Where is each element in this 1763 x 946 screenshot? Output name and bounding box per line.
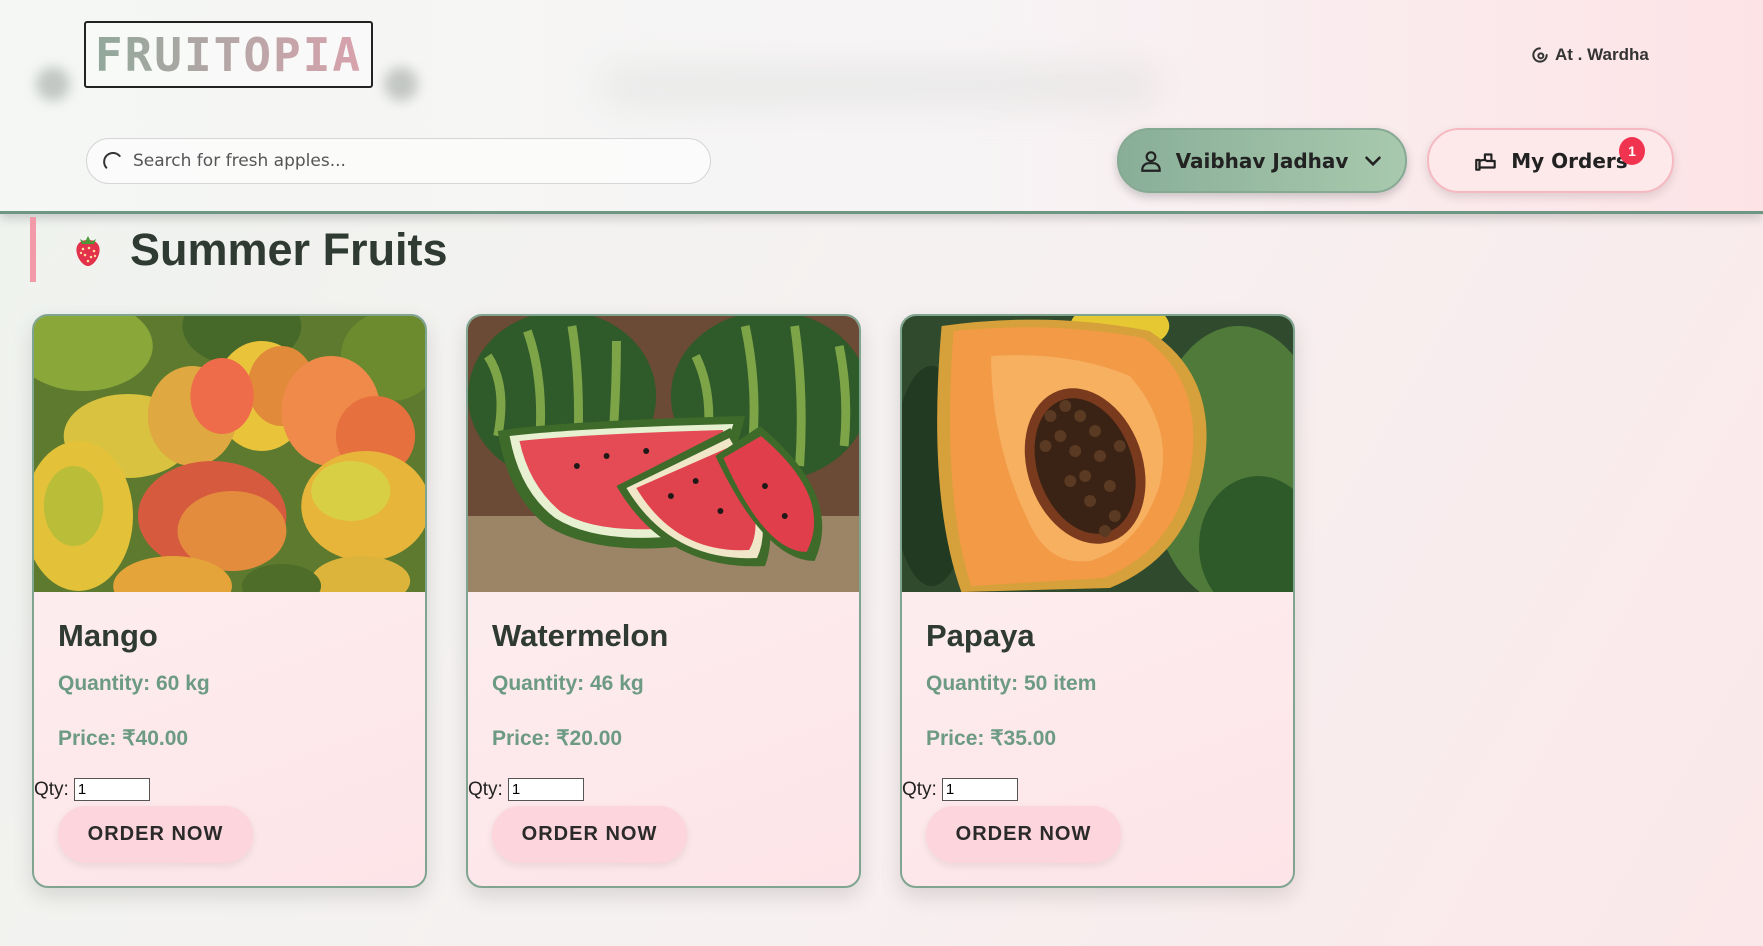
product-name: Mango bbox=[58, 618, 158, 653]
search-input[interactable] bbox=[133, 151, 710, 171]
orders-count-badge: 1 bbox=[1619, 137, 1645, 165]
product-price: Price: ₹20.00 bbox=[492, 727, 623, 750]
decorative-blur bbox=[600, 66, 1160, 106]
section-heading: Summer Fruits bbox=[30, 217, 448, 282]
product-card-watermelon: Watermelon Quantity: 46 kg Price: ₹20.00… bbox=[466, 314, 861, 888]
user-icon bbox=[1140, 150, 1161, 172]
mango-image bbox=[34, 316, 425, 592]
product-quantity: Quantity: 60 kg bbox=[58, 672, 210, 695]
product-price: Price: ₹40.00 bbox=[58, 727, 189, 750]
decorative-blur bbox=[36, 67, 70, 101]
qty-label: Qty: bbox=[902, 778, 937, 800]
location-text: At . Wardha bbox=[1555, 45, 1649, 64]
product-card-mango: Mango Quantity: 60 kg Price: ₹40.00 Qty:… bbox=[32, 314, 427, 888]
header: FRUITOPIA At . Wardha Vaibhav Jadhav My … bbox=[0, 0, 1763, 214]
qty-label: Qty: bbox=[468, 778, 503, 800]
location: At . Wardha bbox=[1530, 43, 1649, 67]
orders-icon bbox=[1475, 152, 1497, 171]
strawberry-icon bbox=[76, 235, 100, 266]
product-quantity: Quantity: 46 kg bbox=[492, 672, 644, 695]
logo[interactable]: FRUITOPIA bbox=[84, 21, 373, 88]
qty-label: Qty: bbox=[34, 778, 69, 800]
product-name: Watermelon bbox=[492, 618, 669, 653]
order-now-button[interactable]: ORDER NOW bbox=[58, 806, 253, 863]
product-price: Price: ₹35.00 bbox=[926, 727, 1057, 750]
product-quantity: Quantity: 50 item bbox=[926, 672, 1097, 695]
qty-row: Qty: bbox=[468, 778, 584, 801]
product-name: Papaya bbox=[926, 618, 1035, 653]
my-orders-label: My Orders bbox=[1511, 148, 1628, 173]
order-now-button[interactable]: ORDER NOW bbox=[492, 806, 687, 863]
order-now-button[interactable]: ORDER NOW bbox=[926, 806, 1121, 863]
user-name: Vaibhav Jadhav bbox=[1175, 148, 1349, 173]
product-card-papaya: Papaya Quantity: 50 item Price: ₹35.00 Q… bbox=[900, 314, 1295, 888]
qty-input[interactable] bbox=[941, 778, 1018, 801]
chevron-down-icon bbox=[1365, 155, 1382, 166]
location-icon bbox=[1532, 47, 1548, 63]
qty-input[interactable] bbox=[507, 778, 584, 801]
qty-row: Qty: bbox=[34, 778, 150, 801]
section-title: Summer Fruits bbox=[130, 223, 448, 275]
user-menu-button[interactable]: Vaibhav Jadhav bbox=[1117, 128, 1407, 193]
loading-spinner-icon bbox=[103, 151, 121, 169]
qty-input[interactable] bbox=[73, 778, 150, 801]
search-bar[interactable] bbox=[86, 138, 711, 184]
watermelon-image bbox=[468, 316, 859, 592]
papaya-image bbox=[902, 316, 1293, 592]
decorative-blur bbox=[384, 67, 418, 101]
qty-row: Qty: bbox=[902, 778, 1018, 801]
